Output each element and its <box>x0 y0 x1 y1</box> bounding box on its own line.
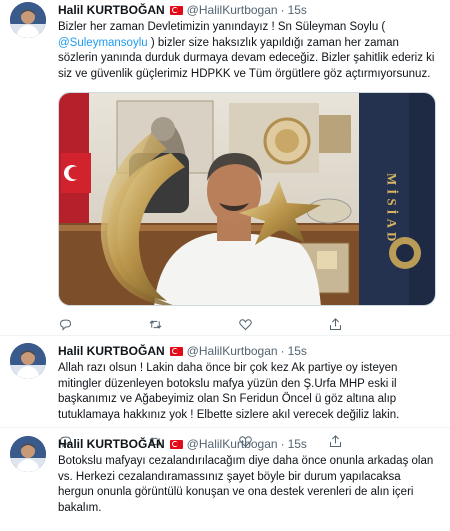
share-icon <box>330 317 341 330</box>
tweet-text-part: Bizler her zaman Devletimizin yanındayız… <box>58 21 386 33</box>
retweet-button[interactable] <box>148 314 238 334</box>
mention-link[interactable]: @Suleymansoylu <box>58 37 148 49</box>
tweet-text: Allah razı olsun ! Lakin daha önce bir ç… <box>58 362 400 421</box>
tweet[interactable]: Halil KURTBOĞAN @HalilKurtbogan · 15s Bo… <box>0 428 450 531</box>
author-handle[interactable]: @HalilKurtbogan <box>187 343 278 359</box>
avatar-photo <box>10 343 46 379</box>
tweet-image[interactable]: MİSİAD <box>58 92 436 306</box>
author-name[interactable]: Halil KURTBOĞAN <box>58 436 165 452</box>
like-icon <box>239 318 252 330</box>
separator: · <box>280 344 285 358</box>
tweet-header: Halil KURTBOĞAN @HalilKurtbogan · 15s <box>58 436 438 452</box>
avatar-photo <box>10 2 46 38</box>
timestamp[interactable]: 15s <box>288 343 307 359</box>
author-name[interactable]: Halil KURTBOĞAN <box>58 343 165 359</box>
timestamp[interactable]: 15s <box>288 436 307 452</box>
tweet-text: Bizler her zaman Devletimizin yanındayız… <box>58 20 438 82</box>
tweet[interactable]: Halil KURTBOĞAN @HalilKurtbogan · 15s Bi… <box>0 0 450 336</box>
tweet-header: Halil KURTBOĞAN @HalilKurtbogan · 15s <box>58 2 438 18</box>
avatar[interactable] <box>10 436 46 472</box>
author-handle[interactable]: @HalilKurtbogan <box>187 436 278 452</box>
avatar[interactable] <box>10 2 46 38</box>
separator: · <box>280 437 285 451</box>
avatar-photo <box>10 436 46 472</box>
like-button[interactable] <box>238 314 328 334</box>
timestamp[interactable]: 15s <box>288 2 307 18</box>
author-name[interactable]: Halil KURTBOĞAN <box>58 2 165 18</box>
office-photo: MİSİAD <box>59 93 435 305</box>
turkey-flag-icon <box>169 5 183 15</box>
turkey-flag-icon <box>169 439 183 449</box>
tweet-feed: Halil KURTBOĞAN @HalilKurtbogan · 15s Bi… <box>0 0 450 531</box>
reply-button[interactable] <box>58 314 148 334</box>
avatar[interactable] <box>10 343 46 379</box>
reply-icon <box>59 319 72 331</box>
tweet-actions <box>58 310 438 338</box>
tweet-header: Halil KURTBOĞAN @HalilKurtbogan · 15s <box>58 343 438 359</box>
tweet-text: Botokslu mafyayı cezalandırılacağım diye… <box>58 455 434 514</box>
share-button[interactable] <box>328 314 418 334</box>
turkey-flag-icon <box>169 346 183 356</box>
tweet[interactable]: Halil KURTBOĞAN @HalilKurtbogan · 15s Al… <box>0 336 450 448</box>
misiad-text: MİSİAD <box>385 173 400 245</box>
separator: · <box>280 3 285 17</box>
author-handle[interactable]: @HalilKurtbogan <box>187 2 278 18</box>
retweet-icon <box>149 319 162 329</box>
